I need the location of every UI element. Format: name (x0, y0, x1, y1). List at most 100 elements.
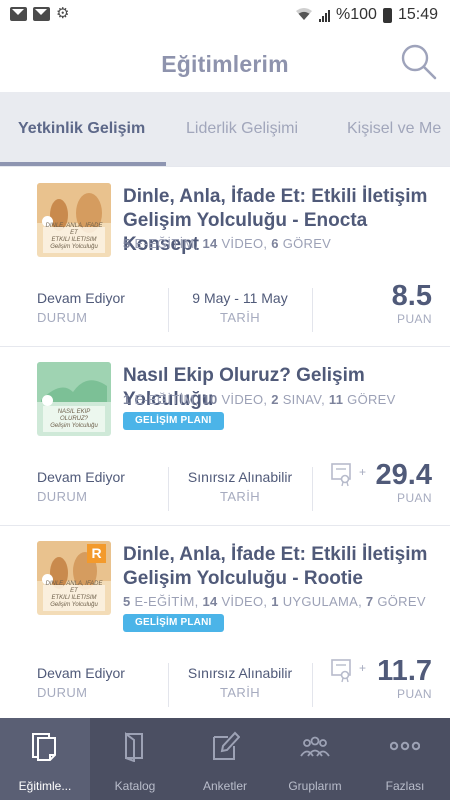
app-header: Eğitimlerim (0, 30, 450, 92)
category-tabs: Yetkinlik Gelişim Liderlik Gelişimi Kişi… (0, 92, 450, 166)
mail-icon (10, 7, 27, 21)
battery-percent: %100 (336, 6, 377, 23)
certificate-icon (331, 659, 351, 683)
search-button[interactable] (400, 43, 438, 81)
thumbnail-caption-line: NASIL EKIP OLURUZ? (57, 409, 91, 422)
meta-unit: E-EĞİTİM (134, 392, 195, 407)
meta-count: 2 (271, 392, 279, 407)
divider (312, 663, 313, 707)
training-stats: Devam Ediyor DURUM Sınırsız Alınabilir T… (0, 459, 450, 511)
training-list[interactable]: DINLE, ANLA, IFADE ET ETKILI ILETISIM Geli… (0, 166, 450, 719)
notification-icons: ⚙ (10, 5, 73, 22)
thumbnail-caption-line: Gelişim Yolculuğu (50, 244, 98, 250)
meta-count: 6 (271, 236, 279, 251)
meta-unit: UYGULAMA (282, 594, 359, 609)
thumbnail-caption: DINLE, ANLA, IFADE ET ETKILI ILETISIM Geli… (43, 581, 105, 609)
thumbnail-caption-line: ETKILI ILETISIM (51, 237, 97, 243)
training-card[interactable]: R DINLE, ANLA, IFADE ET ETKILI ILETISIM Ge… (0, 525, 450, 719)
date-value: Sınırsız Alınabilir (187, 665, 293, 681)
score-value: 8.5 (391, 280, 432, 312)
status-bar: ⚙ %100 15:49 (0, 0, 450, 30)
date-label: TARİH (219, 685, 261, 700)
nav-label: Anketler (202, 779, 248, 793)
status-label: DURUM (37, 310, 88, 325)
training-contents: 5 E-EĞİTİM, 14 VİDEO, 1 UYGULAMA, 7 GÖRE… (123, 594, 426, 609)
meta-unit: VİDEO (221, 392, 264, 407)
training-card[interactable]: DINLE, ANLA, IFADE ET ETKILI ILETISIM Geli… (0, 166, 450, 346)
nav-groups[interactable]: Gruplarım (270, 718, 360, 800)
status-label: DURUM (37, 489, 88, 504)
thumbnail-caption: NASIL EKIP OLURUZ? Gelişim Yolculuğu (43, 409, 105, 430)
score-label: PUAN (397, 687, 432, 701)
more-icon (390, 741, 420, 751)
page-title: Eğitimlerim (161, 51, 289, 77)
training-thumbnail: R DINLE, ANLA, IFADE ET ETKILI ILETISIM Ge… (37, 541, 111, 615)
plus-sign: + (359, 465, 367, 479)
nav-label: Gruplarım (288, 779, 342, 793)
status-value: Devam Ediyor (37, 469, 125, 485)
meta-count: 1 (123, 392, 131, 407)
training-contents: 1 E-EĞİTİM, 10 VİDEO, 2 SINAV, 11 GÖREV (123, 392, 396, 407)
plus-sign: + (359, 661, 367, 675)
tab-liderlik-gelisimi[interactable]: Liderlik Gelişimi (186, 120, 298, 138)
wifi-icon (295, 7, 313, 24)
battery-icon (382, 7, 392, 23)
thumbnail-caption: DINLE, ANLA, IFADE ET ETKILI ILETISIM Geli… (43, 223, 105, 251)
training-card[interactable]: NASIL EKIP OLURUZ? Gelişim Yolculuğu Nası… (0, 346, 450, 525)
date-stat: 9 May - 11 May TARİH (168, 288, 312, 332)
meta-count: 10 (202, 392, 218, 407)
development-plan-badge: GELİŞİM PLANI (123, 412, 224, 430)
nav-my-trainings[interactable]: Eğitimle... (0, 718, 90, 800)
meta-unit: GÖREV (347, 392, 396, 407)
nav-more[interactable]: Fazlası (360, 718, 450, 800)
date-stat: Sınırsız Alınabilir TARİH (168, 467, 312, 511)
catalog-icon (125, 732, 143, 762)
survey-icon (213, 731, 240, 760)
training-title-line: Dinle, Anla, İfade Et: Etkili İletişim (123, 544, 428, 565)
date-label: TARİH (219, 310, 261, 325)
certificate-icon (331, 463, 351, 487)
meta-unit: SINAV (282, 392, 322, 407)
score-value: 11.7 (377, 655, 432, 687)
meta-unit: E-EĞİTİM (134, 236, 195, 251)
tab-kisisel[interactable]: Kişisel ve Me (347, 120, 441, 138)
meta-count: 5 (123, 236, 131, 251)
date-value: Sınırsız Alınabilir (187, 469, 293, 485)
meta-unit: E-EĞİTİM (134, 594, 195, 609)
nav-label: Fazlası (385, 779, 425, 793)
development-plan-badge: GELİŞİM PLANI (123, 614, 224, 632)
meta-unit: GÖREV (377, 594, 426, 609)
status-label: DURUM (37, 685, 88, 700)
training-title-line: Gelişim Yolculuğu - Rootie (123, 568, 363, 589)
my-trainings-icon (32, 733, 56, 761)
nav-surveys[interactable]: Anketler (180, 718, 270, 800)
thumbnail-caption-line: ETKILI ILETISIM (51, 595, 97, 601)
training-contents: 5 E-EĞİTİM, 14 VİDEO, 6 GÖREV (123, 236, 332, 251)
training-thumbnail: NASIL EKIP OLURUZ? Gelişim Yolculuğu (37, 362, 111, 436)
system-status: %100 15:49 (295, 6, 438, 24)
tab-yetkinlik-gelisim[interactable]: Yetkinlik Gelişim (18, 120, 145, 138)
divider (312, 467, 313, 511)
score-value: 29.4 (375, 459, 432, 491)
clock: 15:49 (397, 6, 438, 23)
score-label: PUAN (397, 491, 432, 505)
groups-icon (300, 736, 330, 757)
thumbnail-caption-line: DINLE, ANLA, IFADE ET (45, 581, 103, 594)
training-thumbnail: DINLE, ANLA, IFADE ET ETKILI ILETISIM Geli… (37, 183, 111, 257)
bottom-navigation: Eğitimle... Katalog Anketler Gruplarım F… (0, 718, 450, 800)
date-value: 9 May - 11 May (192, 290, 288, 306)
meta-unit: VİDEO (221, 594, 264, 609)
gear-icon: ⚙ (56, 5, 70, 22)
thumbnail-caption-line: DINLE, ANLA, IFADE ET (45, 223, 103, 236)
thumbnail-caption-line: Gelişim Yolculuğu (50, 602, 98, 608)
training-stats: Devam Ediyor DURUM 9 May - 11 May TARİH … (0, 280, 450, 332)
status-value: Devam Ediyor (37, 290, 125, 306)
thumbnail-caption-line: Gelişim Yolculuğu (50, 423, 98, 429)
mail-icon (33, 7, 50, 21)
date-stat: Sınırsız Alınabilir TARİH (168, 663, 312, 707)
status-value: Devam Ediyor (37, 665, 125, 681)
training-title-line: Dinle, Anla, İfade Et: Etkili İletişim (123, 186, 428, 207)
meta-unit: GÖREV (282, 236, 332, 251)
meta-count: 14 (202, 236, 218, 251)
nav-catalog[interactable]: Katalog (90, 718, 180, 800)
